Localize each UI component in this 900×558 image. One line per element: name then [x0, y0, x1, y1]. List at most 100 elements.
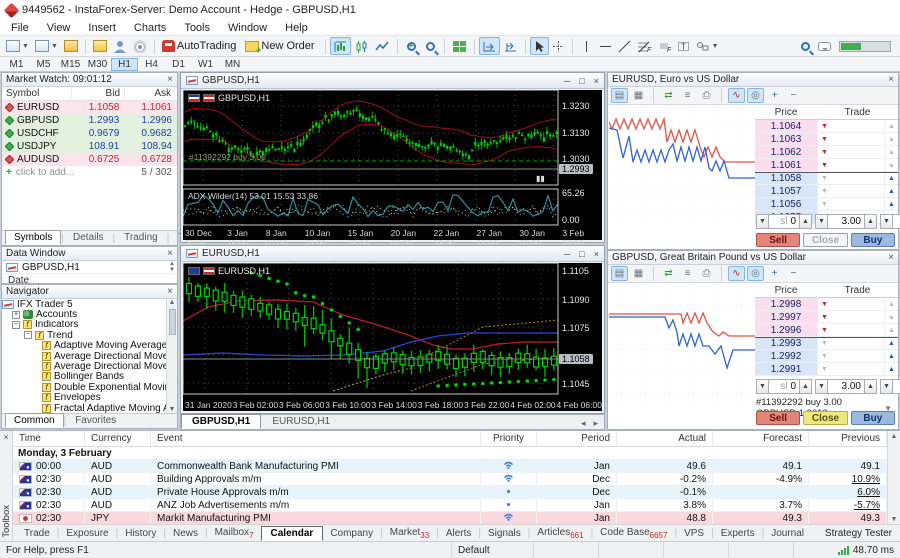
zoom-in-button[interactable]: +	[766, 266, 783, 281]
sell-button[interactable]: Sell	[756, 411, 800, 425]
window-list-button[interactable]	[61, 37, 81, 55]
tab-favorites[interactable]: Favorites	[66, 413, 125, 428]
calendar-column-event[interactable]: Event	[151, 431, 481, 446]
chart-mode-button[interactable]: ▤	[611, 266, 628, 281]
tree-leaf-indicator[interactable]: fBollinger Bands	[2, 372, 166, 382]
horizontal-line-tool-button[interactable]	[596, 37, 615, 55]
menu-item-help[interactable]: Help	[276, 21, 317, 35]
buy-chevron-icon[interactable]: ▲	[884, 298, 898, 310]
toolbox-tab-code-base[interactable]: Code Base6657	[593, 526, 674, 541]
tick-chart-button[interactable]: ∿	[728, 88, 745, 103]
trendline-tool-button[interactable]	[615, 37, 634, 55]
tick-chart-button[interactable]: ∿	[728, 266, 745, 281]
new-chart-button[interactable]: ▼	[3, 37, 32, 55]
market-watch-row-eurusd[interactable]: EURUSD1.10581.1061	[2, 101, 177, 114]
dom-bid-row[interactable]: 1.1057▼▲	[755, 185, 898, 198]
dom-ask-row[interactable]: 1.2996▼▲	[755, 324, 898, 337]
expander-icon[interactable]: +	[12, 311, 20, 319]
chart-area[interactable]: ▮▮1.32301.31301.30301.299365.260.00GBPUS…	[183, 90, 602, 240]
menu-item-charts[interactable]: Charts	[125, 21, 175, 35]
chart-tab-eurusd-h1[interactable]: EURUSD,H1	[261, 414, 341, 429]
close-icon[interactable]: ×	[594, 249, 599, 259]
market-watch-row-audusd[interactable]: AUDUSD0.67250.6728	[2, 153, 177, 166]
tab-trading[interactable]: Trading	[115, 230, 167, 245]
buy-chevron-icon[interactable]: ▲	[884, 173, 898, 184]
calendar-column-currency[interactable]: Currency	[85, 431, 151, 446]
book-button[interactable]: ≡	[679, 88, 696, 103]
maximize-icon[interactable]: □	[579, 76, 584, 86]
sell-chevron-icon[interactable]: ▼	[817, 159, 831, 171]
buy-chevron-icon[interactable]: ▲	[884, 120, 898, 132]
candlestick-mode-button[interactable]	[351, 37, 372, 55]
maximize-icon[interactable]: □	[579, 249, 584, 259]
sell-chevron-icon[interactable]: ▼	[817, 350, 831, 362]
tab-common[interactable]: Common	[5, 413, 64, 428]
status-profile[interactable]: Default	[452, 542, 534, 558]
dom-ask-row[interactable]: 1.2997▼▲	[755, 311, 898, 324]
auto-scroll-button[interactable]	[479, 37, 500, 55]
tree-leaf-indicator[interactable]: fFractal Adaptive Moving Aver	[2, 403, 166, 413]
vertical-line-tool-button[interactable]	[577, 37, 596, 55]
dom-ask-row[interactable]: 1.2998▼▲	[755, 298, 898, 311]
tree-leaf-indicator[interactable]: fAverage Directional Movement	[2, 361, 166, 371]
data-window-symbol-row[interactable]: GBPUSD,H1 ▲▼	[2, 261, 177, 274]
sell-chevron-icon[interactable]: ▼	[817, 363, 831, 375]
previous-value[interactable]: -5.7%	[854, 500, 880, 511]
sell-chevron-icon[interactable]: ▼	[817, 185, 831, 197]
line-chart-mode-button[interactable]	[372, 37, 393, 55]
buy-chevron-icon[interactable]: ▲	[884, 198, 898, 210]
timeframe-mn[interactable]: MN	[219, 58, 246, 71]
column-bid[interactable]: Bid	[72, 88, 125, 99]
zoom-out-button[interactable]: −	[785, 266, 802, 281]
previous-value[interactable]: 6.0%	[857, 487, 880, 498]
buy-chevron-icon[interactable]: ▲	[884, 324, 898, 336]
calendar-event-row[interactable]: 02:30AUDANZ Job Advertisements m/mJan3.8…	[13, 499, 887, 512]
menu-item-view[interactable]: View	[38, 21, 80, 35]
stepper-down-icon[interactable]: ▼	[756, 379, 769, 394]
buy-button[interactable]: Buy	[851, 411, 895, 425]
volumes-button[interactable]: ◎	[747, 88, 764, 103]
calendar-column-previous[interactable]: Previous	[809, 431, 887, 446]
dom-bid-row[interactable]: 1.1056▼▲	[755, 198, 898, 211]
tp-value[interactable]: tp0	[893, 214, 900, 229]
menu-item-file[interactable]: File	[2, 21, 38, 35]
toolbox-tab-market[interactable]: Market33	[383, 526, 436, 541]
close-icon[interactable]: ×	[167, 287, 173, 297]
shapes-tool-button[interactable]: ▼	[693, 37, 722, 55]
sell-chevron-icon[interactable]: ▼	[817, 133, 831, 145]
export-button[interactable]: ⎙	[698, 88, 715, 103]
bar-chart-mode-button[interactable]	[330, 37, 351, 55]
toolbox-tab-mailbox[interactable]: Mailbox7	[208, 526, 261, 541]
chart-tab-gbpusd-h1[interactable]: GBPUSD,H1	[181, 414, 261, 429]
sell-chevron-icon[interactable]: ▼	[817, 324, 831, 336]
buy-chevron-icon[interactable]: ▲	[884, 350, 898, 362]
buy-chevron-icon[interactable]: ▲	[884, 159, 898, 171]
dom-ask-row[interactable]: 1.1063▼▲	[755, 133, 898, 146]
toolbox-tab-articles[interactable]: Articles661	[530, 526, 590, 541]
toolbox-tab-vps[interactable]: VPS	[677, 527, 711, 540]
chat-icon[interactable]	[818, 42, 831, 51]
sl-value[interactable]: sl0	[769, 214, 799, 229]
grid-mode-button[interactable]: ▦	[630, 88, 647, 103]
dom-bid-row[interactable]: 1.1058▼▲	[755, 172, 898, 185]
chart-profile-button[interactable]: ▼	[32, 37, 61, 55]
transfer-button[interactable]: ⇄	[660, 88, 677, 103]
dom-ask-row[interactable]: 1.1064▼▲	[755, 120, 898, 133]
sell-chevron-icon[interactable]: ▼	[817, 311, 831, 323]
sell-chevron-icon[interactable]: ▼	[817, 120, 831, 132]
stepper-down-icon[interactable]: ▼	[756, 214, 769, 229]
close-button[interactable]: Close	[803, 233, 847, 247]
close-icon[interactable]: ×	[3, 432, 8, 442]
dom-bid-row[interactable]: 1.2993▼▲	[755, 337, 898, 350]
toolbox-tab-experts[interactable]: Experts	[714, 527, 762, 540]
zoom-in-button[interactable]: +	[402, 37, 421, 55]
sell-chevron-icon[interactable]: ▼	[817, 298, 831, 310]
timeframe-m5[interactable]: M5	[30, 58, 57, 71]
chart-window-titlebar[interactable]: EURUSD,H1 ─ □ ×	[181, 246, 604, 262]
minimize-icon[interactable]: ─	[564, 76, 570, 86]
tab-details[interactable]: Details	[64, 230, 113, 245]
tp-value[interactable]: tp0	[893, 379, 900, 394]
dom-ask-row[interactable]: 1.1062▼▲	[755, 146, 898, 159]
timeframe-w1[interactable]: W1	[192, 58, 219, 71]
column-ask[interactable]: Ask	[125, 88, 175, 99]
